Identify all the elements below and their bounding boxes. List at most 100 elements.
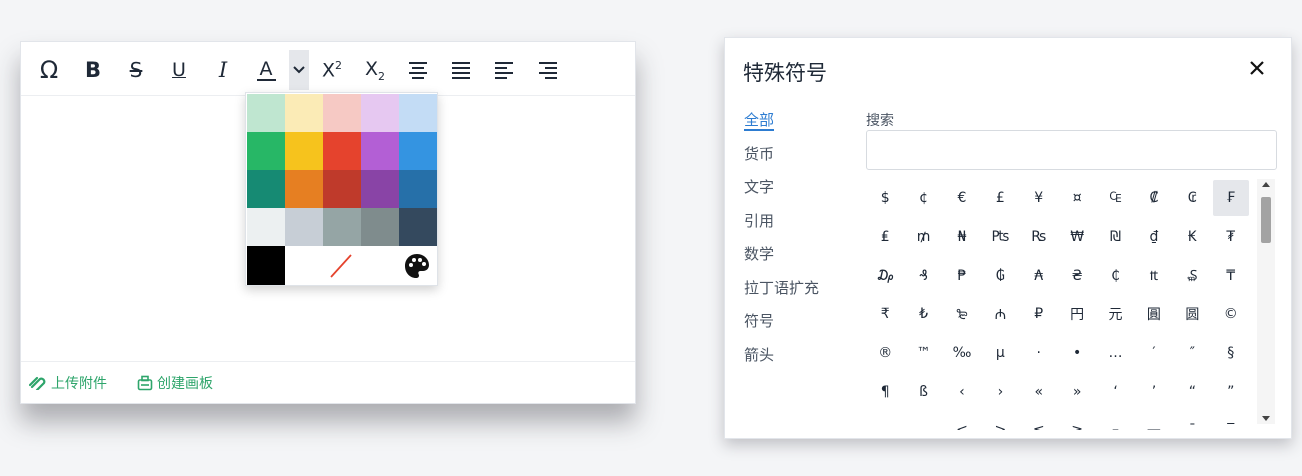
underline-button[interactable]: U (163, 54, 195, 86)
category-item[interactable]: 箭头 (744, 343, 819, 377)
font-color-button[interactable]: A (249, 54, 283, 86)
color-swatch[interactable] (399, 170, 437, 208)
symbol-cell[interactable]: ‹ (943, 372, 981, 411)
symbol-cell[interactable]: ₧ (981, 218, 1019, 257)
color-swatch[interactable] (285, 132, 323, 170)
symbol-cell[interactable]: ″ (1173, 334, 1211, 373)
symbol-cell[interactable]: “ (1173, 372, 1211, 411)
symbol-cell[interactable]: › (981, 372, 1019, 411)
symbol-cell[interactable]: ₢ (1173, 179, 1211, 218)
color-swatch[interactable] (285, 94, 323, 132)
symbol-cell[interactable]: § (1212, 334, 1250, 373)
symbol-cell[interactable]: ₡ (1135, 179, 1173, 218)
align-right-button[interactable] (532, 54, 564, 86)
symbol-cell[interactable]: – (1096, 411, 1134, 430)
symbol-cell[interactable]: ‰ (943, 334, 981, 373)
symbol-cell[interactable]: ™ (904, 334, 942, 373)
symbol-cell[interactable]: ’ (1135, 372, 1173, 411)
symbol-cell[interactable]: ₮ (1212, 218, 1250, 257)
symbol-cell[interactable]: ¥ (1020, 179, 1058, 218)
symbol-cell[interactable]: ₦ (943, 218, 981, 257)
color-swatch[interactable] (361, 208, 399, 246)
symbol-cell[interactable]: 元 (1096, 295, 1134, 334)
symbol-cell[interactable]: ₤ (866, 218, 904, 257)
color-swatch[interactable] (323, 132, 361, 170)
symbol-cell[interactable]: ₹ (866, 295, 904, 334)
symbol-cell[interactable]: ₭ (1173, 218, 1211, 257)
symbol-cell[interactable]: « (1020, 372, 1058, 411)
symbol-cell[interactable]: ₻ (943, 295, 981, 334)
symbol-cell[interactable]: ₶ (1135, 256, 1173, 295)
category-item[interactable]: 文字 (744, 175, 819, 209)
symbol-cell[interactable]: > (981, 411, 1019, 430)
scrollbar-thumb[interactable] (1261, 197, 1271, 243)
symbol-cell[interactable]: ₴ (1058, 256, 1096, 295)
color-swatch[interactable] (247, 132, 285, 170)
symbol-cell[interactable]: ₥ (904, 218, 942, 257)
color-swatch[interactable] (285, 208, 323, 246)
symbol-cell[interactable]: — (1135, 411, 1173, 430)
symbol-cell[interactable]: 圓 (1135, 295, 1173, 334)
subscript-button[interactable]: X2 (358, 54, 392, 86)
symbol-cell[interactable]: ‚ (866, 411, 904, 430)
symbol-cell[interactable]: ₣ (1212, 180, 1249, 217)
symbol-cell[interactable]: ₷ (1173, 256, 1211, 295)
symbol-cell[interactable]: $ (866, 179, 904, 218)
symbol-cell[interactable]: ₪ (1096, 218, 1134, 257)
scroll-down-arrow-icon[interactable] (1262, 416, 1270, 421)
search-input[interactable] (866, 130, 1277, 170)
symbol-cell[interactable]: • (1058, 334, 1096, 373)
symbol-cell[interactable]: © (1212, 295, 1250, 334)
symbol-cell[interactable]: ¤ (1058, 179, 1096, 218)
symbol-cell[interactable]: ₵ (1096, 256, 1134, 295)
font-color-dropdown-toggle[interactable] (289, 50, 309, 90)
symbol-cell[interactable]: < (943, 411, 981, 430)
symbol-cell[interactable]: ₺ (904, 295, 942, 334)
color-swatch[interactable] (247, 208, 285, 246)
symbol-cell[interactable]: ₽ (1020, 295, 1058, 334)
symbol-cell[interactable]: ® (866, 334, 904, 373)
bold-button[interactable]: B (77, 54, 109, 86)
symbol-cell[interactable]: · (1020, 334, 1058, 373)
scroll-up-arrow-icon[interactable] (1262, 182, 1270, 187)
color-swatch[interactable] (323, 170, 361, 208)
symbol-cell[interactable]: ₨ (1020, 218, 1058, 257)
color-swatch[interactable] (399, 208, 437, 246)
category-item[interactable]: 符号 (744, 309, 819, 343)
color-swatch[interactable] (399, 94, 437, 132)
category-item[interactable]: 货币 (744, 142, 819, 176)
color-swatch[interactable] (361, 170, 399, 208)
color-swatch[interactable] (285, 170, 323, 208)
symbol-cell[interactable]: ₰ (904, 256, 942, 295)
symbol-cell[interactable]: ₼ (981, 295, 1019, 334)
color-swatch[interactable] (323, 208, 361, 246)
symbol-cell[interactable]: ₳ (1020, 256, 1058, 295)
upload-attachment-button[interactable]: 上传附件 (29, 373, 107, 393)
italic-button[interactable]: I (207, 54, 239, 86)
create-board-button[interactable]: 创建画板 (137, 373, 213, 393)
symbol-cell[interactable]: ₫ (1135, 218, 1173, 257)
remove-color-button[interactable] (325, 250, 357, 282)
symbol-cell[interactable]: ₩ (1058, 218, 1096, 257)
color-swatch[interactable] (399, 132, 437, 170)
category-item[interactable]: 引用 (744, 209, 819, 243)
color-swatch[interactable] (247, 94, 285, 132)
color-swatch[interactable] (361, 132, 399, 170)
symbol-cell[interactable]: € (943, 179, 981, 218)
align-left-button[interactable] (488, 54, 520, 86)
category-item[interactable]: 拉丁语扩充 (744, 276, 819, 310)
superscript-button[interactable]: X2 (315, 54, 349, 86)
symbol-cell[interactable]: … (1096, 334, 1134, 373)
symbol-cell[interactable]: 円 (1058, 295, 1096, 334)
symbol-cell[interactable]: ≥ (1058, 411, 1096, 430)
symbol-cell[interactable]: ¶ (866, 372, 904, 411)
symbol-cell[interactable]: ¢ (904, 179, 942, 218)
symbol-cell[interactable]: ′ (1135, 334, 1173, 373)
color-swatch[interactable] (323, 94, 361, 132)
symbol-cell[interactable]: μ (981, 334, 1019, 373)
symbol-cell[interactable]: ¯ (1173, 411, 1211, 430)
special-chars-button[interactable]: Ω (33, 54, 65, 86)
symbol-cell[interactable]: ‾ (1212, 411, 1250, 430)
strikethrough-button[interactable]: S (120, 54, 152, 86)
align-justify-button[interactable] (445, 54, 477, 86)
